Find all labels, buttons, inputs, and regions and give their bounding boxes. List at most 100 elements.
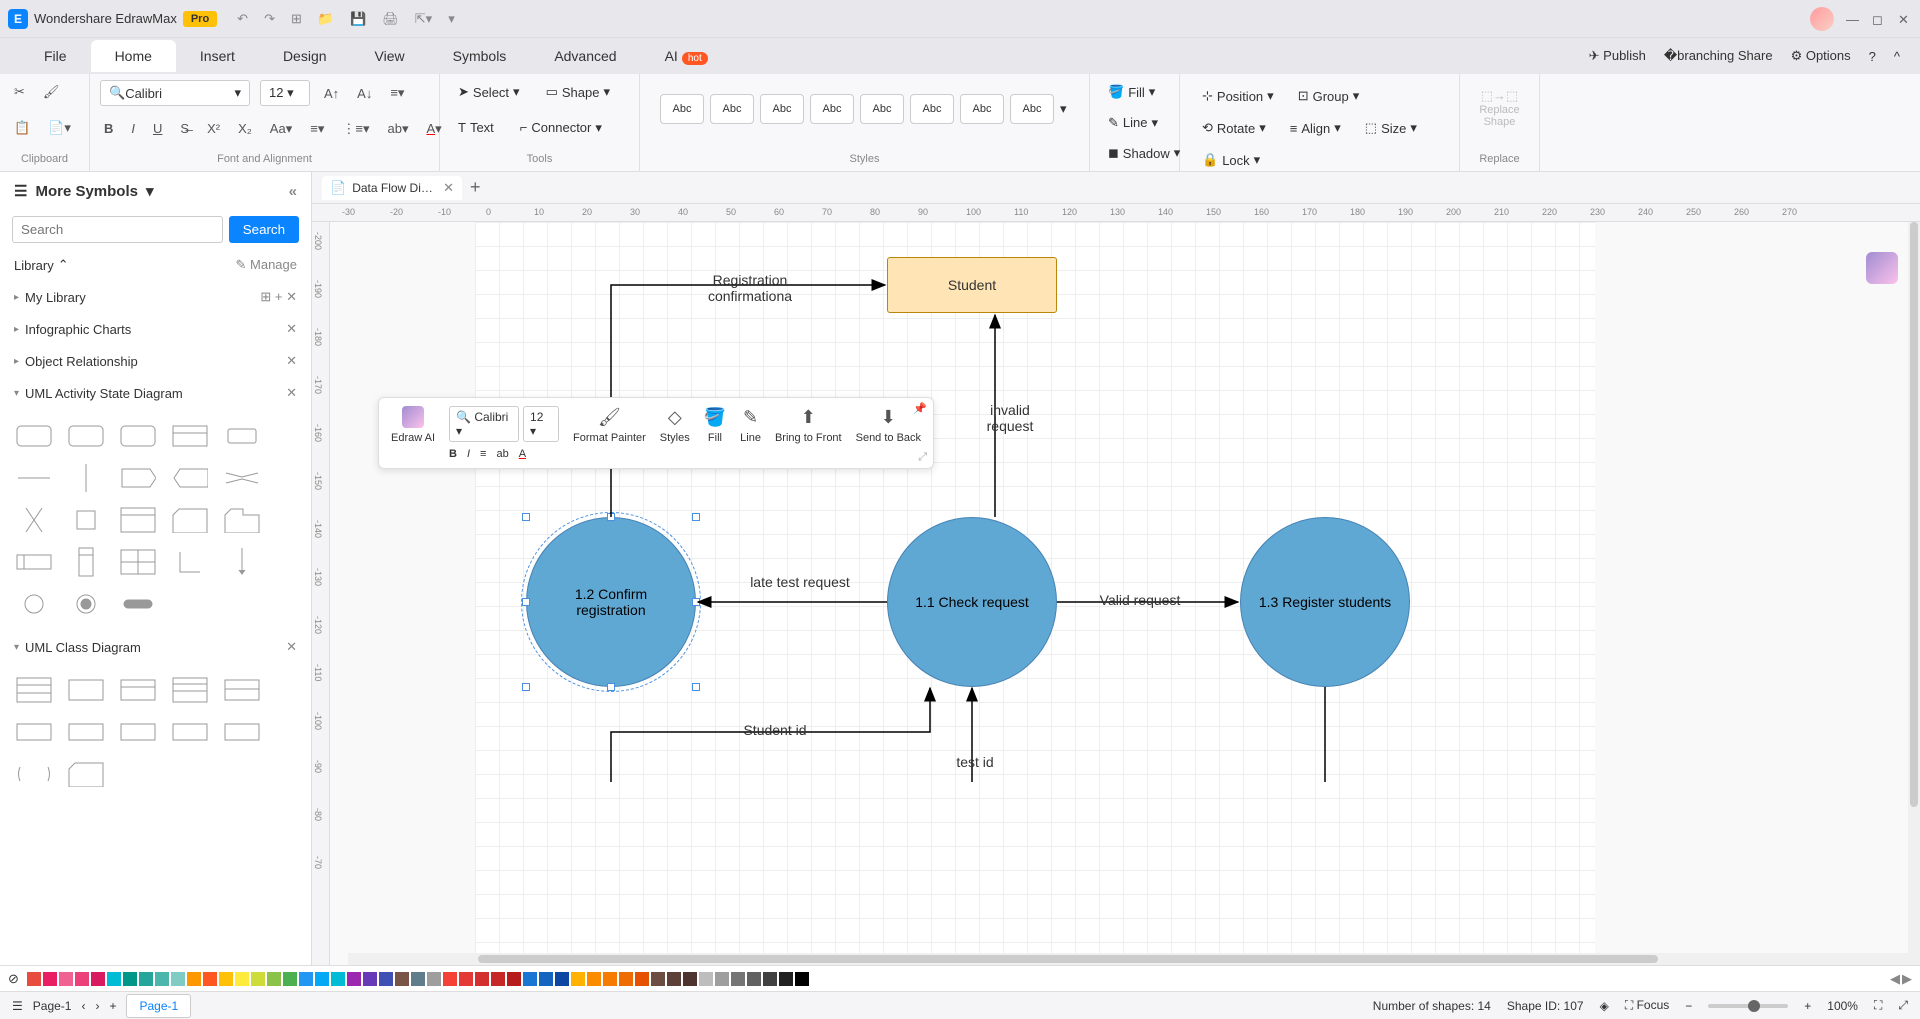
color-swatch[interactable]	[395, 972, 409, 986]
lib-infographic[interactable]: Infographic Charts✕	[0, 313, 311, 345]
strike-icon[interactable]: S̶	[176, 117, 193, 140]
menu-design[interactable]: Design	[259, 40, 351, 72]
focus-button[interactable]: ⛶ Focus	[1625, 998, 1669, 1013]
color-swatch[interactable]	[315, 972, 329, 986]
shape-thumb[interactable]	[64, 545, 108, 579]
library-label[interactable]: Library	[14, 258, 54, 273]
ft-highlight-icon[interactable]: ab	[496, 448, 508, 460]
zoom-out-icon[interactable]: −	[1685, 999, 1692, 1013]
redo-icon[interactable]: ↷	[264, 11, 275, 27]
shape-thumb[interactable]	[168, 419, 212, 453]
size-button[interactable]: ⬚ Size▾	[1357, 116, 1425, 140]
rotate-button[interactable]: ⟲ Rotate▾	[1194, 116, 1274, 140]
ft-send-back[interactable]: ⬇Send to Back	[856, 406, 921, 444]
color-swatch[interactable]	[667, 972, 681, 986]
shape-thumb[interactable]	[116, 545, 160, 579]
fullscreen-icon[interactable]: ⤢	[1898, 998, 1908, 1013]
color-swatch[interactable]	[43, 972, 57, 986]
collapse-sidebar-icon[interactable]: «	[289, 183, 297, 200]
color-swatch[interactable]	[491, 972, 505, 986]
maximize-icon[interactable]: ◻	[1872, 12, 1886, 26]
shape-thumb[interactable]	[168, 503, 212, 537]
color-swatch[interactable]	[763, 972, 777, 986]
color-swatch[interactable]	[267, 972, 281, 986]
style-swatch[interactable]: Abc	[810, 94, 854, 124]
node-check-request[interactable]: 1.1 Check request	[887, 517, 1057, 687]
color-swatch[interactable]	[75, 972, 89, 986]
ft-expand-icon[interactable]: ⤢	[918, 451, 927, 464]
add-page-icon[interactable]: +	[109, 999, 116, 1013]
ft-format-painter[interactable]: 🖌Format Painter	[573, 406, 646, 444]
shape-thumb[interactable]	[64, 715, 108, 749]
shape-thumb[interactable]	[12, 545, 56, 579]
shape-thumb[interactable]	[64, 587, 108, 621]
color-swatch[interactable]	[203, 972, 217, 986]
font-size-select[interactable]: 12 ▾	[260, 80, 310, 106]
color-swatch[interactable]	[363, 972, 377, 986]
style-swatch[interactable]: Abc	[710, 94, 754, 124]
options-button[interactable]: ⚙ Options	[1791, 48, 1851, 64]
color-swatch[interactable]	[459, 972, 473, 986]
text-tool[interactable]: T Text	[450, 116, 502, 139]
fit-page-icon[interactable]: ⛶	[1874, 998, 1882, 1013]
case-icon[interactable]: Aa▾	[266, 117, 296, 141]
search-button[interactable]: Search	[229, 216, 299, 243]
shape-thumb[interactable]	[168, 673, 212, 707]
color-swatch[interactable]	[155, 972, 169, 986]
superscript-icon[interactable]: X²	[203, 117, 224, 140]
symbol-search-input[interactable]	[12, 216, 223, 243]
doc-tab[interactable]: 📄 Data Flow Dia... ✕	[322, 176, 462, 200]
minimize-icon[interactable]: —	[1846, 12, 1860, 26]
canvas[interactable]: Student 1.2 Confirm registration 1.1 Che…	[330, 222, 1920, 965]
line-spacing-icon[interactable]: ≡▾	[306, 117, 328, 141]
color-swatch[interactable]	[475, 972, 489, 986]
color-swatch[interactable]	[91, 972, 105, 986]
styles-gallery[interactable]: Abc Abc Abc Abc Abc Abc Abc Abc ▾	[650, 80, 1079, 138]
ft-bold-icon[interactable]: B	[449, 448, 457, 460]
shape-thumb[interactable]	[168, 461, 212, 495]
color-swatch[interactable]	[27, 972, 41, 986]
shape-thumb[interactable]	[64, 673, 108, 707]
color-swatch[interactable]	[123, 972, 137, 986]
subscript-icon[interactable]: X₂	[234, 117, 256, 140]
new-icon[interactable]: ⊞	[291, 11, 302, 27]
lib-uml-activity[interactable]: UML Activity State Diagram✕	[0, 377, 311, 409]
menu-advanced[interactable]: Advanced	[530, 40, 640, 72]
node-register-students[interactable]: 1.3 Register students	[1240, 517, 1410, 687]
color-swatch[interactable]	[507, 972, 521, 986]
ft-bring-front[interactable]: ⬆Bring to Front	[775, 406, 842, 444]
format-painter-icon[interactable]: 🖌	[39, 80, 64, 104]
color-swatch[interactable]	[747, 972, 761, 986]
shape-thumb[interactable]	[64, 503, 108, 537]
scrollbar-vertical[interactable]	[1908, 222, 1920, 953]
user-avatar[interactable]	[1810, 7, 1834, 31]
close-tab-icon[interactable]: ✕	[443, 180, 454, 196]
help-icon[interactable]: ?	[1869, 49, 1876, 64]
close-icon[interactable]: ✕	[1898, 12, 1912, 26]
layers-icon[interactable]: ◈	[1600, 999, 1609, 1013]
zoom-slider[interactable]	[1708, 1004, 1788, 1008]
color-swatch[interactable]	[683, 972, 697, 986]
ft-pin-icon[interactable]: 📌	[913, 402, 927, 415]
page-list-icon[interactable]: ☰	[12, 999, 23, 1013]
highlight-icon[interactable]: ab▾	[383, 117, 412, 141]
shape-thumb[interactable]	[12, 461, 56, 495]
font-family-select[interactable]: 🔍 Calibri▾	[100, 80, 250, 106]
shape-thumb[interactable]	[220, 673, 264, 707]
shape-thumb[interactable]	[220, 461, 264, 495]
color-swatch[interactable]	[795, 972, 809, 986]
menu-file[interactable]: File	[20, 40, 91, 72]
position-button[interactable]: ⊹ Position▾	[1194, 84, 1282, 108]
menu-view[interactable]: View	[351, 40, 429, 72]
lib-object-rel[interactable]: Object Relationship✕	[0, 345, 311, 377]
color-swatch[interactable]	[571, 972, 585, 986]
label-valid[interactable]: Valid request	[1080, 592, 1200, 608]
node-confirm-registration[interactable]: 1.2 Confirm registration	[526, 517, 696, 687]
color-swatch[interactable]	[443, 972, 457, 986]
ft-italic-icon[interactable]: I	[467, 448, 470, 460]
menu-ai[interactable]: AIhot	[641, 40, 732, 72]
colorbar-scroll-left-icon[interactable]: ◀	[1890, 971, 1900, 987]
shape-thumb[interactable]	[220, 419, 264, 453]
label-student-id[interactable]: Student id	[725, 722, 825, 738]
color-swatch[interactable]	[235, 972, 249, 986]
